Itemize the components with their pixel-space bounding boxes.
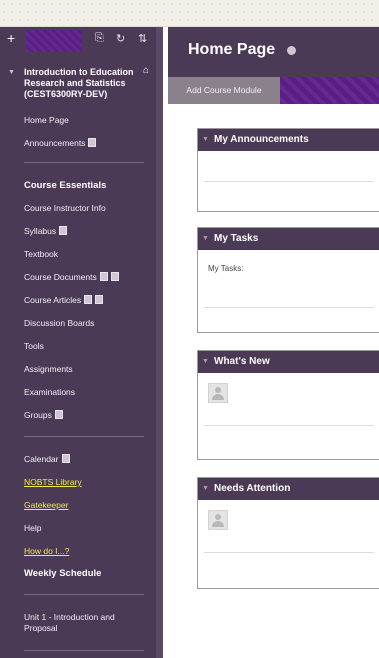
module-header[interactable]: ▼ My Announcements: [198, 129, 379, 151]
toolbar-accent-block: [26, 30, 82, 52]
sidebar-link-how-do-i[interactable]: How do I...?: [24, 546, 69, 556]
course-menu-toolbar: + ⎘ ↻ ⇅: [0, 27, 156, 55]
sidebar-divider: [24, 594, 144, 595]
sidebar-item-label: Groups: [24, 410, 52, 420]
collapse-triangle-icon[interactable]: ▼: [202, 478, 209, 500]
collapse-triangle-icon[interactable]: ▼: [202, 351, 209, 373]
sidebar-divider: [24, 436, 144, 437]
page-icon: [61, 454, 70, 463]
sidebar-item-unit-1[interactable]: Unit 1 - Introduction and Proposal: [24, 612, 134, 634]
user-avatar-icon: [208, 510, 228, 530]
sidebar-item-announcements[interactable]: Announcements: [24, 138, 97, 148]
sidebar-item-home-page[interactable]: Home Page: [24, 115, 69, 125]
module-divider: [204, 307, 374, 308]
course-menu-sidebar: + ⎘ ↻ ⇅ ▼ Introduction to Education Rese…: [0, 27, 156, 658]
module-divider: [204, 181, 374, 182]
collapse-triangle-icon[interactable]: ▼: [8, 69, 15, 76]
course-essentials-heading: Course Essentials: [24, 180, 107, 191]
page-header: Home Page: [168, 27, 379, 77]
sidebar-item-calendar[interactable]: Calendar: [24, 454, 70, 464]
module-divider: [204, 425, 374, 426]
page-icon: [88, 138, 97, 147]
module-header[interactable]: ▼ My Tasks: [198, 228, 379, 250]
home-icon: ⌂: [143, 65, 150, 76]
edit-icon: [99, 272, 108, 281]
module-divider: [204, 552, 374, 553]
edit-icon: [59, 226, 68, 235]
sidebar-link-nobts-library[interactable]: NOBTS Library: [24, 477, 82, 487]
module-my-announcements: ▼ My Announcements: [197, 128, 379, 212]
sidebar-item-examinations[interactable]: Examinations: [24, 387, 75, 397]
sidebar-item-label: Course Articles: [24, 295, 82, 305]
collapse-triangle-icon[interactable]: ▼: [202, 129, 209, 151]
module-title: Needs Attention: [214, 483, 291, 494]
sidebar-item-course-articles[interactable]: Course Articles: [24, 295, 104, 305]
browser-top-strip: [0, 0, 379, 27]
sidebar-item-textbook[interactable]: Textbook: [24, 249, 58, 259]
sidebar-item-syllabus[interactable]: Syllabus: [24, 226, 68, 236]
sidebar-divider: [24, 650, 144, 651]
module-title: My Tasks: [214, 233, 259, 244]
sidebar-item-groups[interactable]: Groups: [24, 410, 63, 420]
sidebar-item-label: Course Documents: [24, 272, 97, 282]
sidebar-item-assignments[interactable]: Assignments: [24, 364, 73, 374]
module-whats-new: ▼ What's New: [197, 350, 379, 460]
sidebar-item-course-instructor-info[interactable]: Course Instructor Info: [24, 203, 106, 213]
module-title: What's New: [214, 356, 270, 367]
sidebar-link-gatekeeper[interactable]: Gatekeeper: [24, 500, 68, 510]
sidebar-item-help[interactable]: Help: [24, 523, 41, 533]
page-icon: [110, 272, 119, 281]
edit-icon: [54, 410, 63, 419]
sidebar-scrollbar[interactable]: [156, 27, 163, 658]
folder-view-icon[interactable]: ⎘: [95, 32, 104, 45]
page-options-icon[interactable]: [287, 46, 296, 55]
course-title[interactable]: Introduction to Education Research and S…: [24, 67, 148, 100]
module-header[interactable]: ▼ Needs Attention: [198, 478, 379, 500]
refresh-icon[interactable]: ↻: [116, 32, 125, 45]
sort-icon[interactable]: ⇅: [138, 32, 147, 45]
add-course-module-button[interactable]: Add Course Module: [168, 77, 280, 104]
module-needs-attention: ▼ Needs Attention: [197, 477, 379, 589]
user-avatar-icon: [208, 383, 228, 403]
sidebar-item-course-documents[interactable]: Course Documents: [24, 272, 119, 282]
sidebar-item-label: Calendar: [24, 454, 59, 464]
module-title: My Announcements: [214, 134, 309, 145]
sidebar-item-discussion-boards[interactable]: Discussion Boards: [24, 318, 94, 328]
weekly-schedule-heading: Weekly Schedule: [24, 568, 102, 579]
sidebar-divider: [24, 162, 144, 163]
collapse-triangle-icon[interactable]: ▼: [202, 228, 209, 250]
module-header[interactable]: ▼ What's New: [198, 351, 379, 373]
module-my-tasks: ▼ My Tasks My Tasks:: [197, 227, 379, 333]
page-icon: [95, 295, 104, 304]
add-menu-item-icon[interactable]: +: [7, 30, 15, 46]
action-bar: Add Course Module: [168, 77, 379, 104]
sidebar-item-label: Announcements: [24, 138, 86, 148]
page-title: Home Page: [188, 41, 276, 58]
sidebar-item-tools[interactable]: Tools: [24, 341, 44, 351]
tasks-label: My Tasks:: [208, 264, 244, 273]
sidebar-item-label: Syllabus: [24, 226, 57, 236]
edit-icon: [84, 295, 93, 304]
